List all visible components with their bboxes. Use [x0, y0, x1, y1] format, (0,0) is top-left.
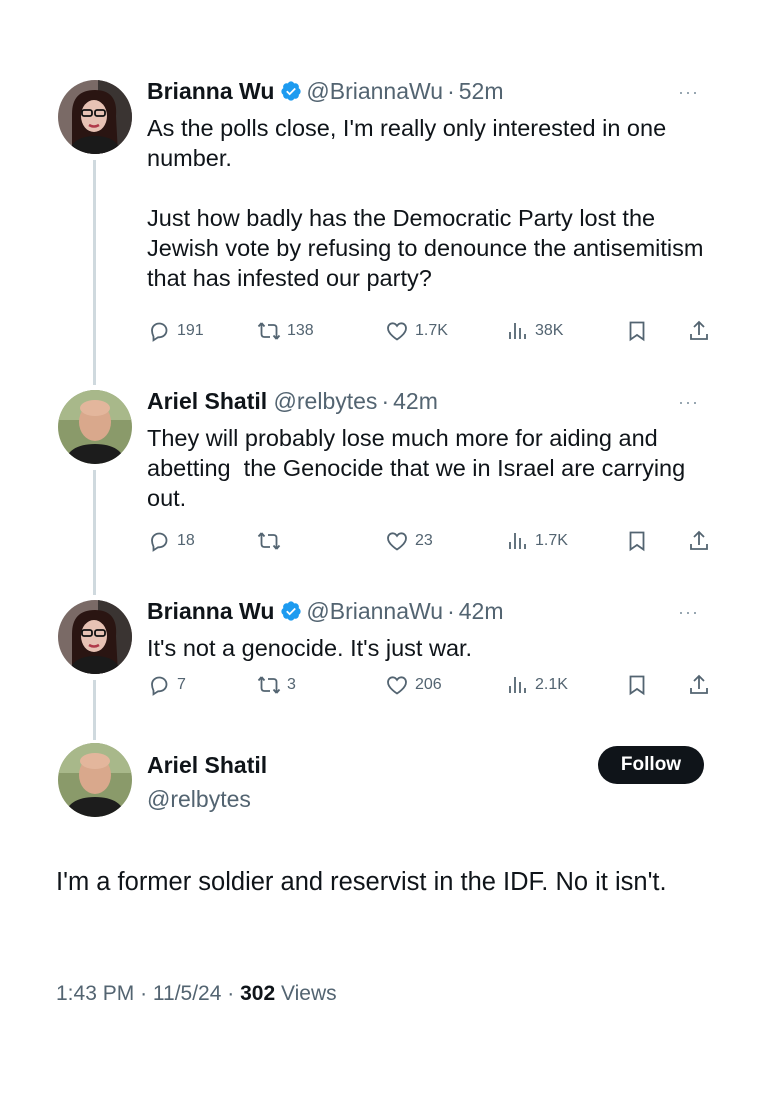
reply-icon [151, 322, 168, 342]
tweet-header: Ariel Shatil @relbytes · 42m [147, 388, 438, 415]
reply-button[interactable]: 191 [147, 319, 204, 343]
avatar[interactable] [58, 390, 132, 464]
share-icon [690, 320, 708, 340]
bookmark-icon [629, 675, 645, 696]
like-count: 23 [415, 532, 433, 549]
separator: · [447, 78, 455, 104]
tweet-text: It's not a genocide. It's just war. [147, 635, 473, 661]
reply-count: 191 [177, 322, 204, 339]
like-count: 206 [415, 676, 442, 693]
avatar[interactable] [58, 80, 132, 154]
reply-button[interactable]: 7 [147, 673, 186, 697]
repost-button[interactable]: 138 [257, 319, 314, 343]
repost-button[interactable] [257, 529, 287, 553]
follow-button[interactable]: Follow [598, 746, 704, 784]
avatar-man-icon [58, 743, 132, 817]
share-icon [690, 530, 708, 550]
like-button[interactable]: 206 [385, 673, 442, 697]
like-button[interactable]: 23 [385, 529, 433, 553]
repost-icon [257, 532, 281, 550]
tweet-text: They will probably lose much more for ai… [147, 425, 692, 511]
handle[interactable]: @relbytes [147, 786, 251, 813]
post-time[interactable]: 1:43 PM [56, 982, 134, 1005]
avatar-woman-icon [58, 600, 132, 674]
views-button[interactable]: 1.7K [505, 529, 568, 553]
heart-icon [387, 322, 407, 341]
display-name[interactable]: Brianna Wu [147, 598, 274, 624]
handle[interactable]: @BriannaWu [306, 78, 443, 104]
bookmark-button[interactable] [625, 319, 649, 343]
verified-badge-icon [281, 81, 301, 101]
tweet-text: I'm a former soldier and reservist in th… [56, 868, 667, 896]
views-label: Views [281, 982, 337, 1005]
bookmark-button[interactable] [625, 673, 649, 697]
reply-icon [151, 676, 168, 696]
share-button[interactable] [687, 319, 711, 343]
views-chart-icon [509, 323, 526, 339]
views-count: 1.7K [535, 532, 568, 549]
handle[interactable]: @BriannaWu [306, 598, 443, 624]
avatar-man-icon [58, 390, 132, 464]
views-count: 2.1K [535, 676, 568, 693]
share-icon [690, 674, 708, 694]
tweet-actions: 7 3 206 2.1K [147, 673, 717, 703]
tweet-metadata: 1:43 PM · 11/5/24 · 302 Views [56, 982, 337, 1006]
views-count: 302 [240, 982, 276, 1005]
tweet-header: Brianna Wu @BriannaWu · 42m [147, 598, 504, 625]
thread-line [93, 470, 96, 595]
views-button[interactable]: 38K [505, 319, 563, 343]
bookmark-icon [629, 321, 645, 342]
repost-icon [257, 676, 281, 694]
separator: · [381, 388, 390, 414]
display-name[interactable]: Ariel Shatil [147, 388, 267, 414]
separator: · [227, 982, 235, 1005]
more-options-icon[interactable]: ··· [678, 392, 699, 413]
views-count: 38K [535, 322, 564, 339]
reply-icon [151, 532, 168, 552]
timestamp[interactable]: 42m [459, 598, 504, 624]
reply-button[interactable]: 18 [147, 529, 195, 553]
more-options-icon[interactable]: ··· [678, 82, 699, 103]
verified-badge-icon [281, 601, 301, 621]
avatar-woman-icon [58, 80, 132, 154]
bookmark-icon [629, 531, 645, 552]
timestamp[interactable]: 52m [459, 78, 504, 104]
tweet-text: As the polls close, I'm really only inte… [147, 115, 704, 291]
share-button[interactable] [687, 673, 711, 697]
separator: · [140, 982, 148, 1005]
repost-count: 3 [287, 676, 296, 693]
bookmark-button[interactable] [625, 529, 649, 553]
reply-count: 18 [177, 532, 195, 549]
separator: · [447, 598, 455, 624]
more-options-icon[interactable]: ··· [678, 602, 699, 623]
thread-line [93, 680, 96, 740]
heart-icon [387, 532, 407, 551]
views-button[interactable]: 2.1K [505, 673, 568, 697]
avatar[interactable] [58, 600, 132, 674]
reply-count: 7 [177, 676, 186, 693]
avatar[interactable] [58, 743, 132, 817]
display-name[interactable]: Brianna Wu [147, 78, 274, 104]
thread-line [93, 160, 96, 385]
views-chart-icon [509, 677, 526, 693]
like-count: 1.7K [415, 322, 448, 339]
share-button[interactable] [687, 529, 711, 553]
tweet-actions: 191 138 1.7K 38K [147, 319, 717, 349]
repost-count: 138 [287, 322, 314, 339]
heart-icon [387, 676, 407, 695]
post-date[interactable]: 11/5/24 [153, 982, 222, 1005]
repost-icon [257, 322, 281, 340]
handle[interactable]: @relbytes [274, 388, 378, 414]
timestamp[interactable]: 42m [393, 388, 438, 414]
like-button[interactable]: 1.7K [385, 319, 448, 343]
views-chart-icon [509, 533, 526, 549]
repost-button[interactable]: 3 [257, 673, 296, 697]
tweet-actions: 18 23 1.7K [147, 529, 717, 559]
display-name[interactable]: Ariel Shatil [147, 752, 267, 779]
tweet-header: Brianna Wu @BriannaWu · 52m [147, 78, 504, 105]
